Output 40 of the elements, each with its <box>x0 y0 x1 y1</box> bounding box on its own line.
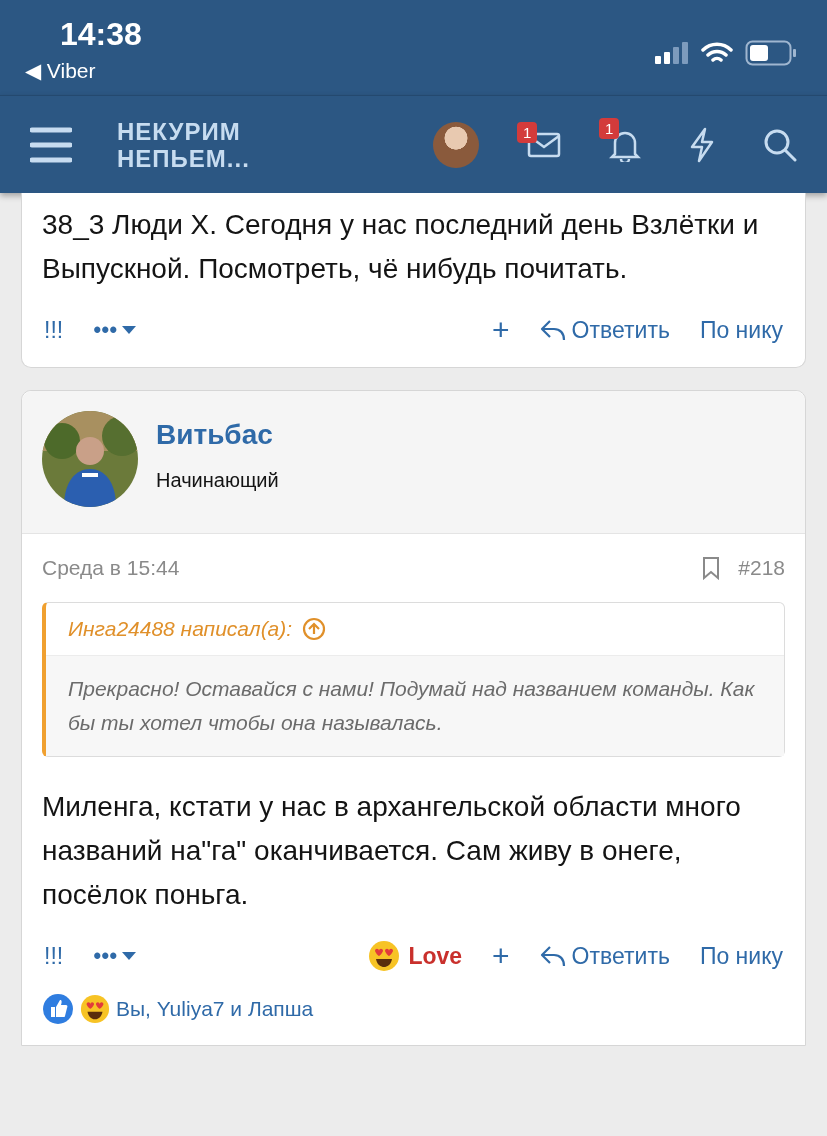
back-to-app-link[interactable]: ◀ Viber <box>25 59 142 83</box>
quote-text: Прекрасно! Оставайся с нами! Подумай над названием команды. Как бы ты хотел чтобы она называлась. <box>46 655 784 756</box>
site-logo[interactable]: НЕКУРИМ НЕПЬЕМ... <box>117 117 385 172</box>
report-link[interactable]: !!! <box>44 316 64 344</box>
add-button[interactable]: + <box>492 313 510 347</box>
reply-arrow-icon <box>539 318 568 342</box>
arrow-up-circle-icon[interactable] <box>302 617 327 641</box>
signal-icon <box>655 41 689 64</box>
lightning-icon[interactable] <box>689 126 715 163</box>
quote-by-nick-link[interactable]: По нику <box>699 942 783 970</box>
user-avatar[interactable] <box>433 121 479 168</box>
love-reaction-button[interactable]: Love <box>368 940 463 972</box>
post-text: 38_3 Люди Х. Сегодня у нас последний день Взлётки и Выпускной. Посмотреть, чё нибудь почитать. <box>41 208 760 286</box>
reply-button[interactable]: Ответить <box>539 316 670 344</box>
caret-icon <box>121 325 138 335</box>
report-link[interactable]: !!! <box>44 942 64 970</box>
like-reaction-icon <box>42 993 74 1025</box>
status-time: 14:38 <box>59 16 142 53</box>
reply-arrow-icon <box>539 944 568 968</box>
menu-icon[interactable] <box>30 126 72 163</box>
heart-eyes-emoji-icon <box>368 940 401 972</box>
author-rank: Начинающий <box>156 469 279 492</box>
reacted-users-link[interactable]: Вы, Yuliya7 и Лапша <box>116 997 314 1021</box>
more-menu-button[interactable]: ••• <box>93 942 138 970</box>
notification-badge: 1 <box>517 121 538 143</box>
caret-icon <box>121 951 138 961</box>
post-number[interactable]: #218 <box>738 556 785 580</box>
quote-by-nick-link[interactable]: По нику <box>699 316 783 344</box>
battery-icon <box>745 39 797 66</box>
reply-button[interactable]: Ответить <box>539 942 670 970</box>
notification-badge: 1 <box>599 117 620 139</box>
post-date[interactable]: Среда в 15:44 <box>42 556 180 580</box>
bookmark-icon[interactable] <box>702 556 721 580</box>
search-icon[interactable] <box>763 127 797 162</box>
add-button[interactable]: + <box>492 939 510 973</box>
wifi-icon <box>701 40 733 65</box>
more-menu-button[interactable]: ••• <box>93 316 138 344</box>
heart-eyes-emoji-icon <box>80 994 110 1024</box>
post-text: Миленга, кстати у нас в архангельской области много названий на"га" оканчивается. Сам живу в онеге, посёлок поньга. <box>41 790 742 912</box>
author-name[interactable]: Витьбас <box>156 419 279 451</box>
